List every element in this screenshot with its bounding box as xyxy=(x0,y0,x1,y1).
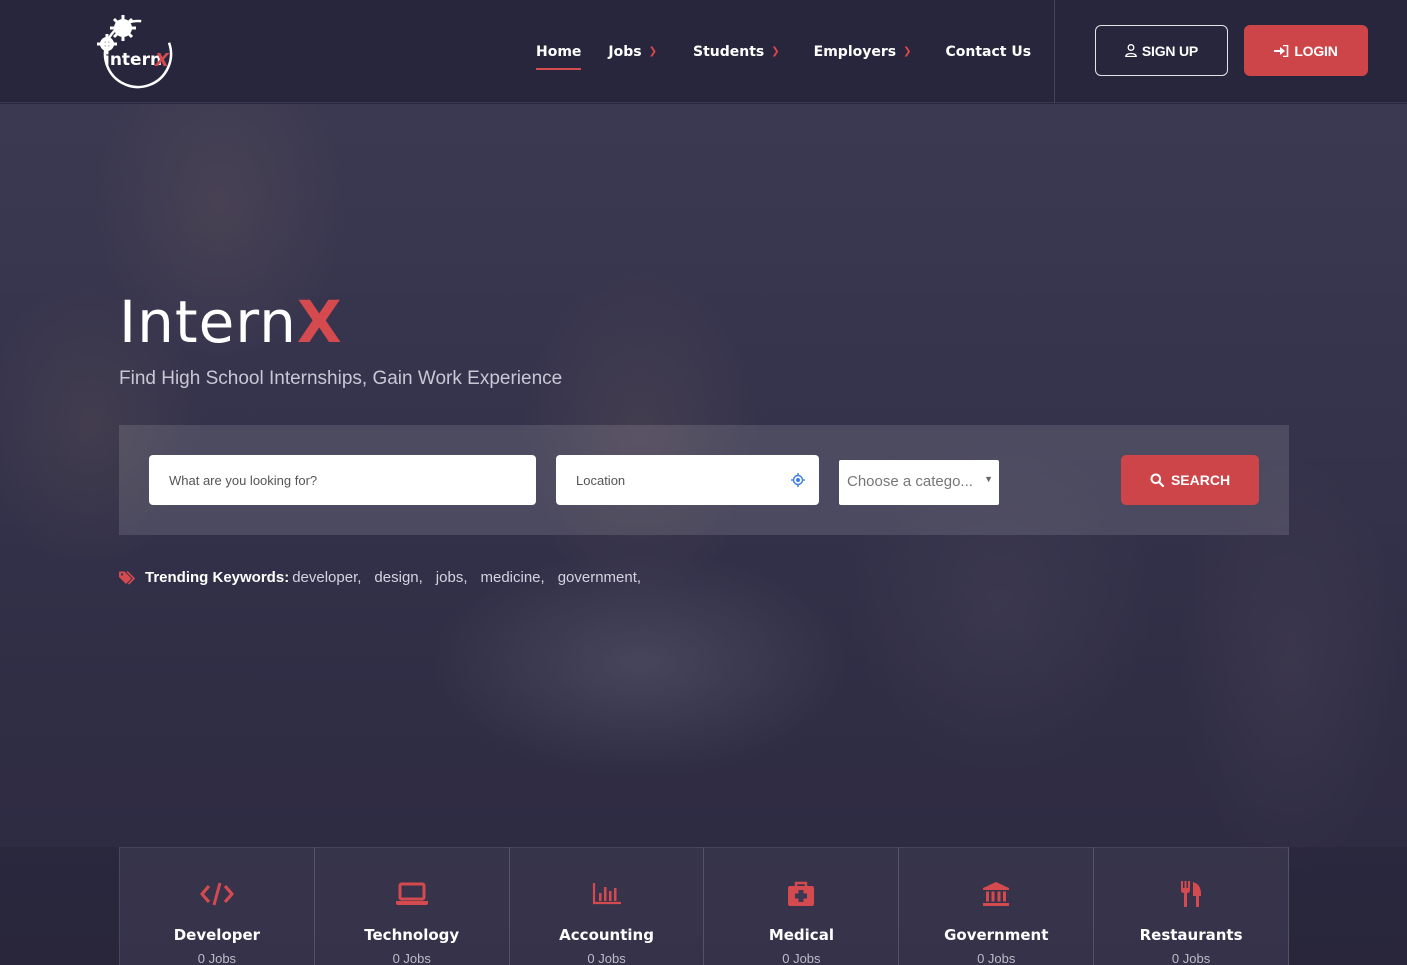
hero-section: InternX Find High School Internships, Ga… xyxy=(0,104,1407,965)
category-name: Developer xyxy=(173,926,261,944)
nav-students-label: Students xyxy=(693,43,765,60)
category-name: Government xyxy=(944,926,1049,944)
category-job-count: 0 Jobs xyxy=(977,951,1016,965)
chevron-down-icon: ❯ xyxy=(648,46,657,57)
laptop-icon xyxy=(395,880,429,908)
hero-title-main: Intern xyxy=(119,288,297,356)
category-name: Restaurants xyxy=(1139,926,1243,944)
category-job-count: 0 Jobs xyxy=(587,951,626,965)
caret-down-icon: ▼ xyxy=(984,474,993,484)
category-medical[interactable]: Medical 0 Jobs xyxy=(704,847,900,965)
category-grid: Developer 0 Jobs Technology 0 Jobs Accou… xyxy=(119,847,1289,965)
trending-keyword-link[interactable]: jobs, xyxy=(436,569,468,586)
category-job-count: 0 Jobs xyxy=(1171,951,1211,965)
category-select-value: Choose a catego... xyxy=(847,473,973,490)
category-job-count: 0 Jobs xyxy=(392,951,431,965)
main-nav: Home Jobs ❯ Students ❯ Employers ❯ Contact … xyxy=(536,0,1058,103)
login-label: LOGIN xyxy=(1294,42,1338,59)
medkit-icon xyxy=(784,880,818,908)
chevron-down-icon: ❯ xyxy=(903,46,912,57)
category-select[interactable]: Choose a catego... ▼ xyxy=(839,460,999,505)
nav-contact-us[interactable]: Contact Us xyxy=(946,44,1032,60)
bar-chart-icon xyxy=(590,880,624,908)
logo-text-x: X xyxy=(154,50,170,71)
code-icon xyxy=(200,880,234,908)
bank-icon xyxy=(979,880,1013,908)
search-panel: Choose a catego... ▼ SEARCH xyxy=(119,425,1289,535)
category-government[interactable]: Government 0 Jobs xyxy=(899,847,1095,965)
site-header: intern X Home Jobs ❯ Students ❯ Employers ❯… xyxy=(0,0,1407,103)
nav-home-label: Home xyxy=(536,43,582,60)
locate-me-icon[interactable] xyxy=(791,473,805,487)
trending-label: Trending Keywords: xyxy=(145,569,290,586)
category-accounting[interactable]: Accounting 0 Jobs xyxy=(509,847,705,965)
hero-subtitle: Find High School Internships, Gain Work … xyxy=(119,368,563,389)
chevron-down-icon: ❯ xyxy=(771,46,780,57)
category-developer[interactable]: Developer 0 Jobs xyxy=(120,847,315,965)
trending-keyword-link[interactable]: government, xyxy=(558,569,641,586)
keyword-search-input[interactable] xyxy=(149,455,536,505)
nav-jobs-label: Jobs xyxy=(608,43,642,60)
trending-keywords: Trending Keywords: developer, design, jo… xyxy=(119,569,654,586)
tags-icon xyxy=(119,570,136,585)
category-technology[interactable]: Technology 0 Jobs xyxy=(314,847,510,965)
signup-button[interactable]: SIGN UP xyxy=(1095,25,1228,76)
internx-logo[interactable]: intern X xyxy=(96,12,176,90)
category-name: Accounting xyxy=(559,926,654,944)
user-icon xyxy=(1125,44,1137,57)
category-job-count: 0 Jobs xyxy=(782,951,821,965)
trending-keyword-link[interactable]: medicine, xyxy=(480,569,544,586)
search-button-label: SEARCH xyxy=(1170,472,1231,488)
signup-label: SIGN UP xyxy=(1141,42,1199,59)
header-divider xyxy=(1054,0,1055,103)
hero-title: InternX xyxy=(119,288,343,356)
nav-employers[interactable]: Employers ❯ xyxy=(814,44,912,60)
sign-in-icon xyxy=(1274,44,1289,57)
search-button[interactable]: SEARCH xyxy=(1121,455,1259,505)
nav-contact-label: Contact Us xyxy=(945,43,1032,60)
category-name: Medical xyxy=(768,926,834,944)
category-restaurants[interactable]: Restaurants 0 Jobs xyxy=(1094,847,1289,965)
nav-home[interactable]: Home xyxy=(536,43,582,70)
login-button[interactable]: LOGIN xyxy=(1244,25,1368,76)
category-name: Technology xyxy=(364,926,460,944)
cutlery-icon xyxy=(1174,880,1208,908)
search-icon xyxy=(1150,473,1164,487)
trending-keyword-link[interactable]: developer, xyxy=(292,569,361,586)
category-job-count: 0 Jobs xyxy=(197,951,237,965)
location-input[interactable] xyxy=(556,455,819,505)
logo-text-intern: intern xyxy=(104,50,162,70)
nav-jobs[interactable]: Jobs ❯ xyxy=(608,44,657,60)
nav-employers-label: Employers xyxy=(813,43,897,60)
trending-keyword-link[interactable]: design, xyxy=(374,569,422,586)
hero-title-accent: X xyxy=(296,288,343,356)
nav-students[interactable]: Students ❯ xyxy=(693,44,780,60)
